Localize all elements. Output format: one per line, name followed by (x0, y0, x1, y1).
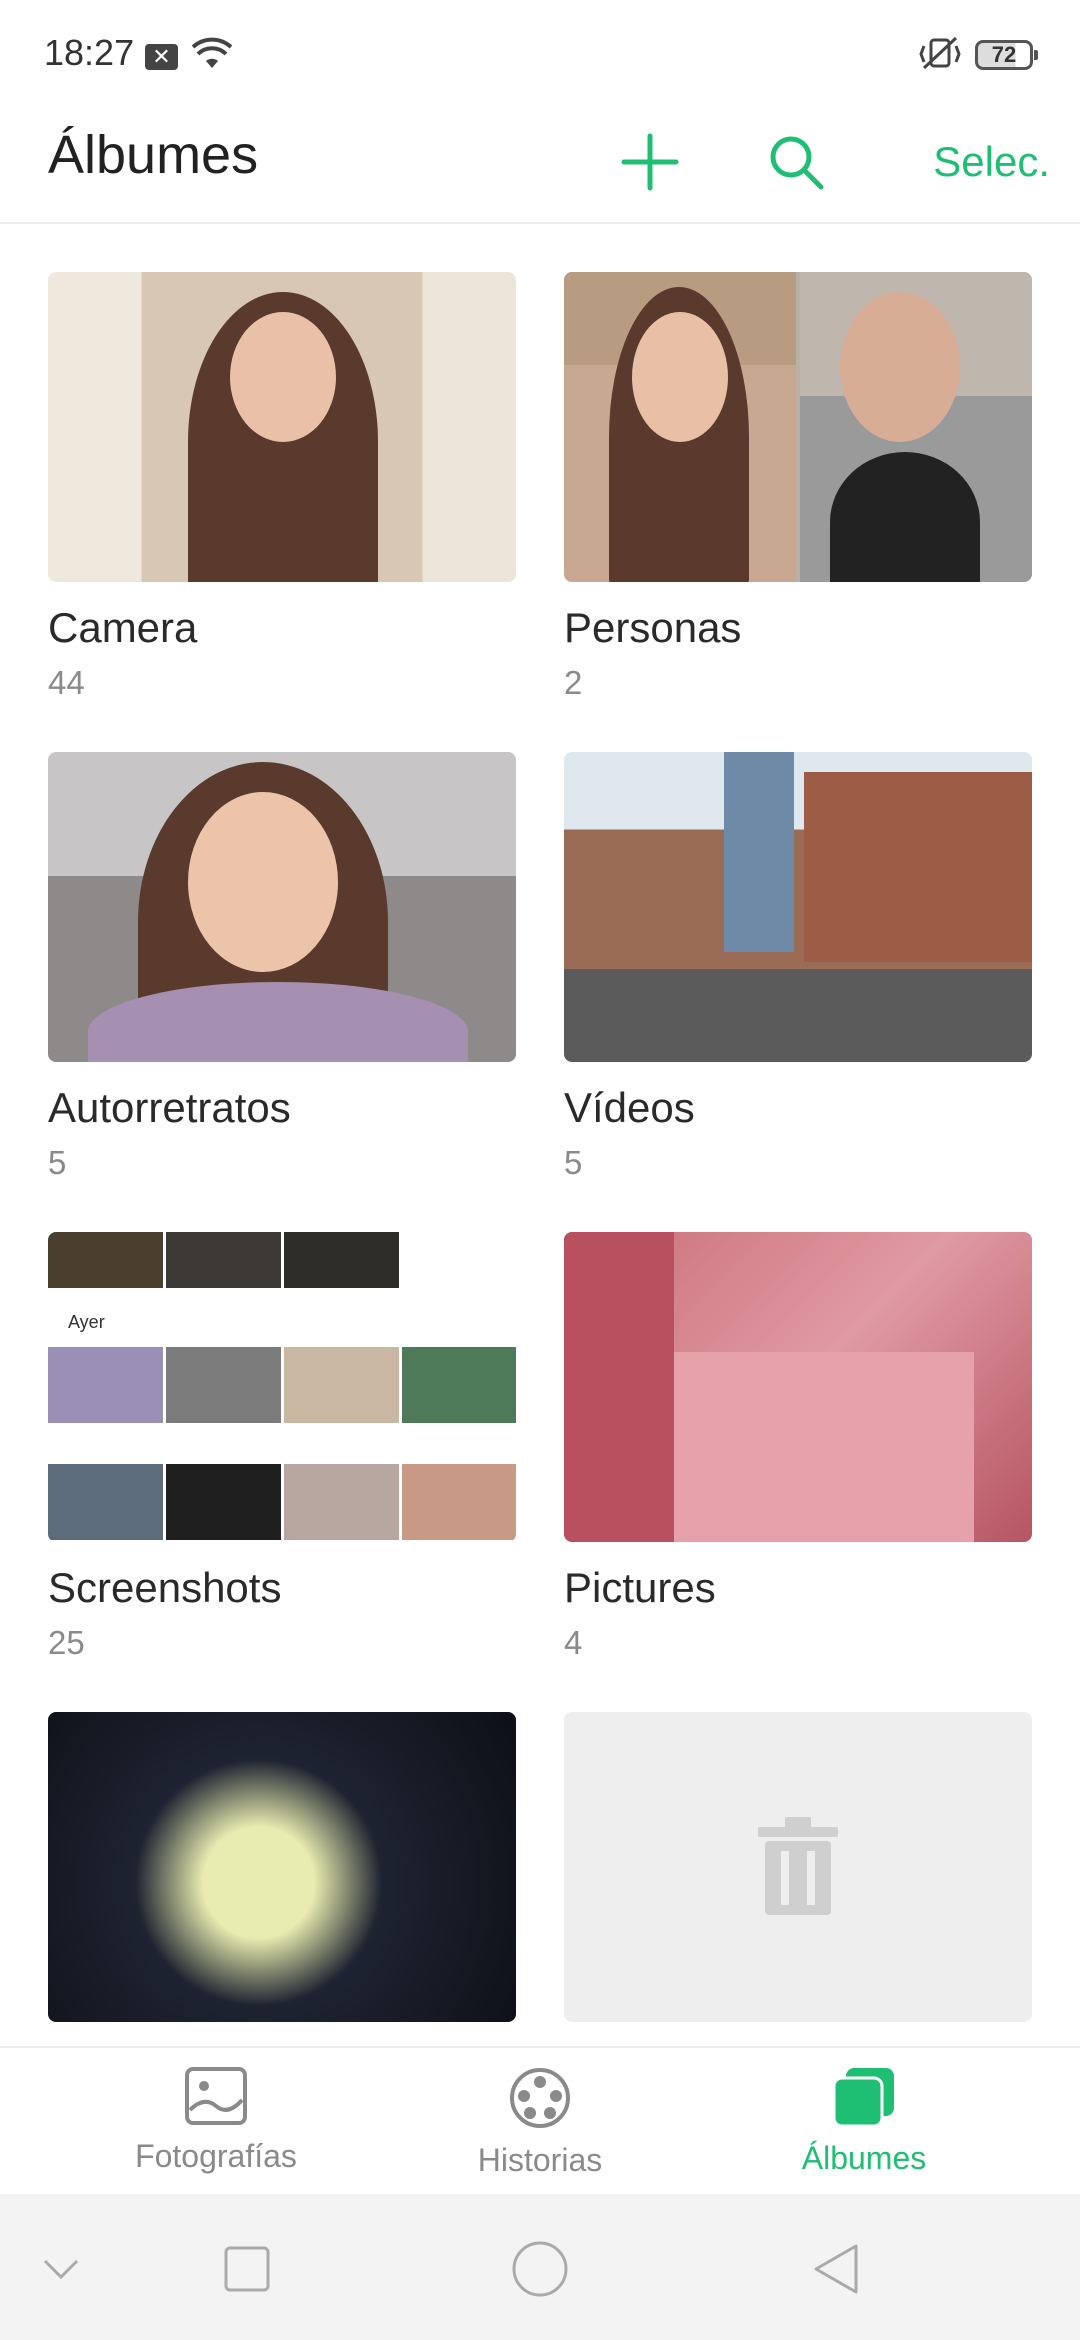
collapse-button[interactable] (26, 2234, 96, 2304)
back-button[interactable] (800, 2234, 870, 2304)
trash-icon (758, 1817, 838, 1915)
album-name: Vídeos (564, 1084, 695, 1131)
search-icon (770, 136, 824, 190)
album-thumbnail (564, 752, 1032, 1062)
album-thumbnail (48, 752, 516, 1062)
album-name: Personas (564, 604, 742, 651)
album-count: 4 (564, 1624, 583, 1661)
album-screenshots[interactable]: Ayer Screenshots 25 (48, 1232, 516, 1662)
app-header: Álbumes Selec. (0, 110, 1080, 224)
nav-label: Fotografías (135, 2138, 297, 2174)
album-count: 25 (48, 1624, 85, 1661)
add-album-button[interactable] (610, 122, 690, 202)
album-count: 44 (48, 664, 85, 701)
photo-icon (185, 2067, 247, 2125)
album-jellyfish[interactable] (48, 1712, 516, 2022)
status-bar: 18:27 ✕ 72 (0, 0, 1080, 110)
album-name: Camera (48, 604, 198, 651)
nav-label: Historias (477, 2142, 603, 2178)
page-title: Álbumes (48, 125, 259, 185)
recents-button[interactable] (212, 2234, 282, 2304)
albums-icon (832, 2068, 894, 2128)
x-box-icon: ✕ (145, 44, 178, 70)
system-navigation-bar (0, 2194, 1080, 2340)
nav-historias[interactable]: Historias (420, 2066, 660, 2186)
album-autorretratos[interactable]: Autorretratos 5 (48, 752, 516, 1182)
nav-fotografias[interactable]: Fotografías (96, 2066, 336, 2186)
home-button[interactable] (505, 2234, 575, 2304)
film-reel-icon (510, 2068, 570, 2128)
album-count: 5 (48, 1144, 67, 1181)
album-pictures[interactable]: Pictures 4 (564, 1232, 1032, 1662)
nav-label: Álbumes (801, 2140, 927, 2176)
square-icon (224, 2246, 270, 2292)
select-button[interactable]: Selec. (890, 122, 1050, 202)
bottom-navigation: Fotografías Historias Álbumes (0, 2046, 1080, 2194)
album-thumbnail: Ayer (48, 1232, 516, 1542)
album-personas[interactable]: Personas 2 (564, 272, 1032, 702)
album-camera[interactable]: Camera 44 (48, 272, 516, 702)
album-name: Pictures (564, 1564, 716, 1611)
chevron-down-icon (43, 2259, 79, 2280)
search-button[interactable] (756, 122, 836, 202)
triangle-back-icon (814, 2244, 858, 2294)
status-time: 18:27 (44, 32, 135, 73)
album-name: Autorretratos (48, 1084, 291, 1131)
album-thumbnail (48, 272, 516, 582)
wifi-icon (192, 37, 232, 68)
nav-albumes[interactable]: Álbumes (744, 2066, 984, 2186)
vibrate-icon (919, 36, 961, 70)
album-trash[interactable] (564, 1712, 1032, 2022)
battery-indicator: 72 (975, 40, 1038, 70)
album-count: 5 (564, 1144, 583, 1181)
albums-grid: Camera 44 Personas 2 Autorretratos 5 Víd… (48, 272, 1032, 2046)
album-videos[interactable]: Vídeos 5 (564, 752, 1032, 1182)
album-thumbnail (564, 1712, 1032, 2022)
album-thumbnail (564, 272, 1032, 582)
album-thumbnail (48, 1712, 516, 2022)
album-count: 2 (564, 664, 583, 701)
screenshot-date-label: Ayer (68, 1312, 105, 1332)
circle-icon (512, 2241, 568, 2297)
plus-icon (621, 133, 679, 191)
album-thumbnail (564, 1232, 1032, 1542)
album-name: Screenshots (48, 1564, 282, 1611)
